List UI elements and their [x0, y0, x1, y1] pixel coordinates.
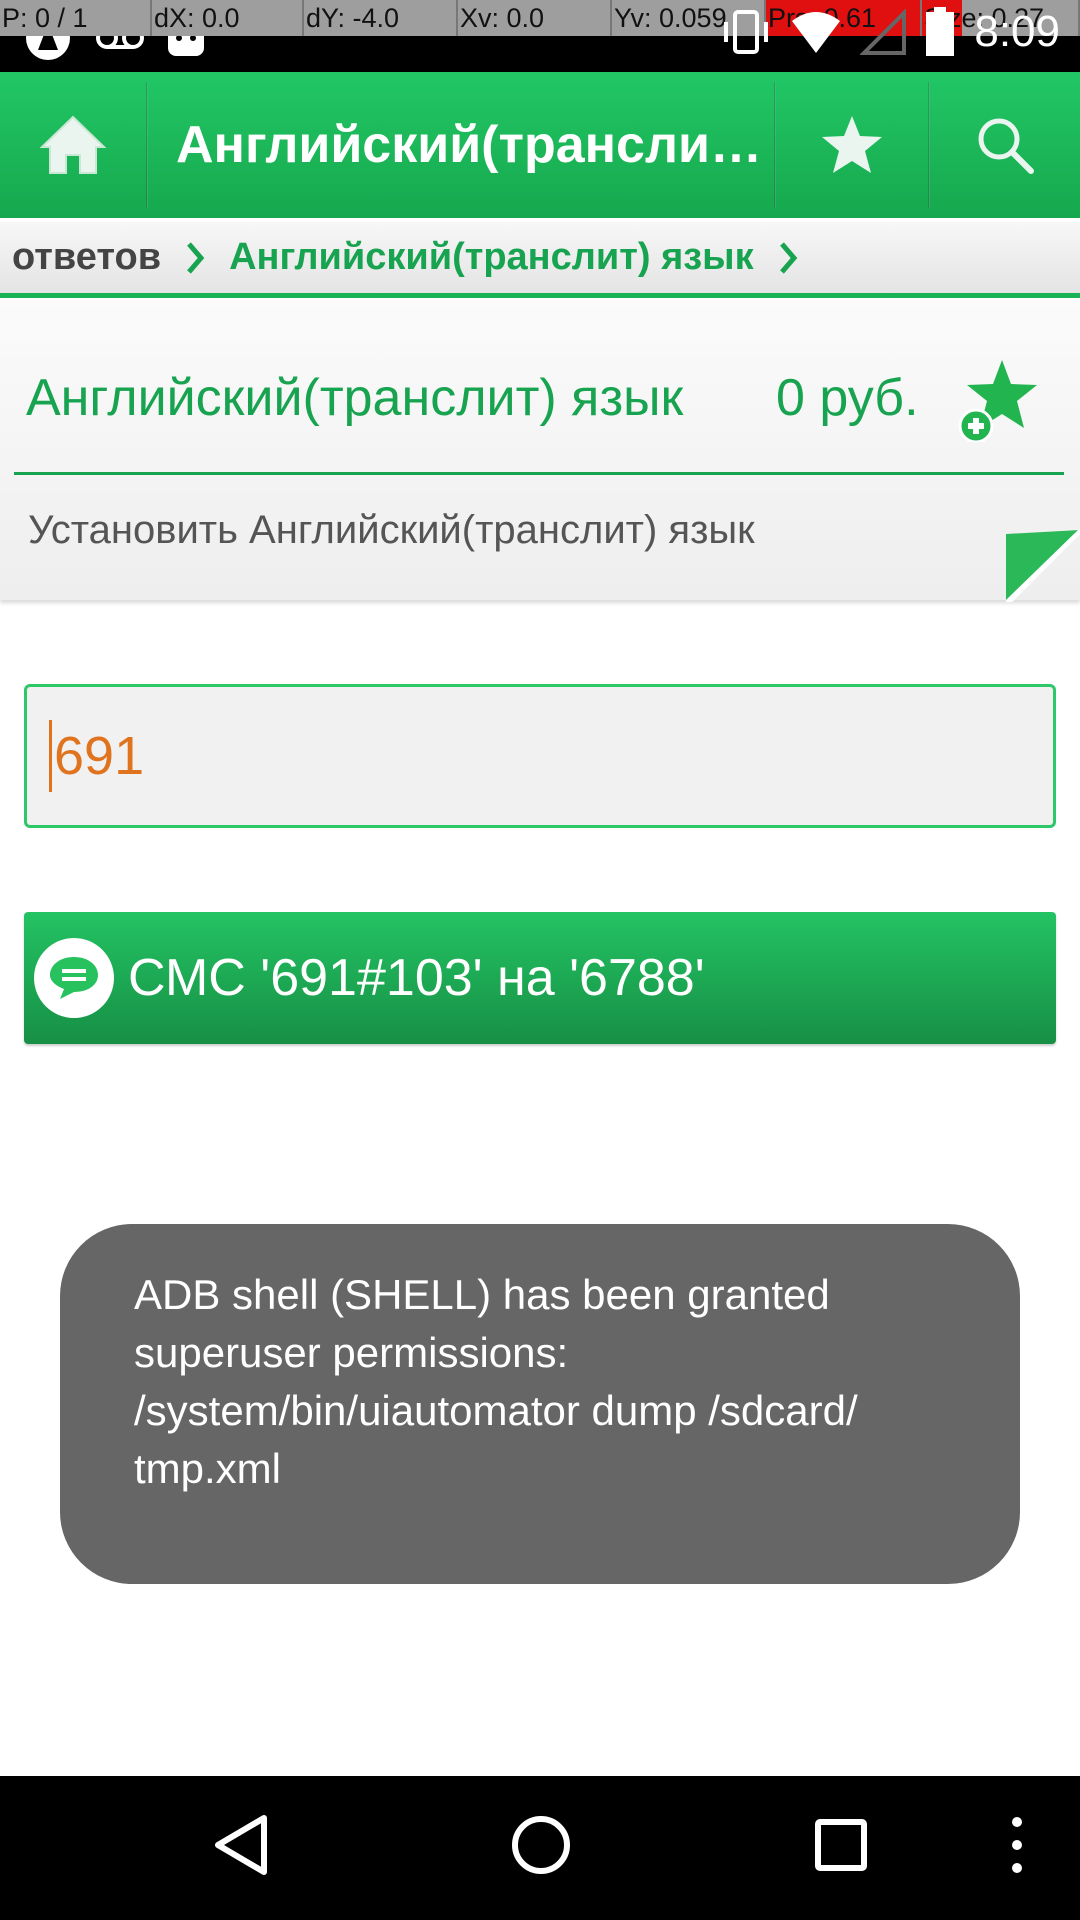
- overflow-menu-button[interactable]: [1002, 1812, 1032, 1883]
- send-sms-label: СМС '691#103' на '6788': [128, 949, 705, 1007]
- search-button[interactable]: [930, 72, 1080, 218]
- item-subtitle: Установить Английский(транслит) язык: [28, 508, 755, 552]
- debug-dy: dY: -4.0: [304, 0, 458, 36]
- add-favorite-button[interactable]: [952, 358, 1040, 447]
- battery-icon: [926, 7, 955, 56]
- toast-line: ADB shell (SHELL) has been granted: [134, 1271, 830, 1318]
- item-title: Английский(транслит) язык: [26, 369, 684, 427]
- favorite-button[interactable]: [776, 72, 928, 218]
- recents-icon: [815, 1819, 867, 1871]
- breadcrumb-item-answers[interactable]: ответов: [12, 236, 161, 279]
- code-input[interactable]: 691: [24, 684, 1056, 828]
- toast-line: /system/bin/uiautomator dump /sdcard/: [134, 1387, 858, 1434]
- clock: 8:09: [974, 7, 1060, 56]
- status-bar: P: 0 / 1 dX: 0.0 dY: -4.0 Xv: 0.0 Yv: 0.…: [0, 0, 1080, 72]
- back-button[interactable]: [210, 1812, 272, 1883]
- chat-bubble-icon: [34, 938, 114, 1018]
- page-curl-icon: [1006, 530, 1080, 607]
- item-price: 0 руб.: [776, 369, 919, 427]
- card-divider: [14, 472, 1064, 475]
- wifi-icon: [792, 12, 841, 53]
- star-icon: [822, 116, 882, 173]
- home-icon: [39, 115, 107, 174]
- chevron-right-icon: [778, 241, 798, 275]
- app-toolbar: Английский(транслит) язык: [0, 72, 1080, 218]
- recents-button[interactable]: [810, 1812, 872, 1883]
- chevron-right-icon: [185, 241, 205, 275]
- status-right-icons: 8:09: [720, 6, 1060, 58]
- overflow-menu-icon: [1012, 1817, 1022, 1873]
- send-sms-button[interactable]: СМС '691#103' на '6788': [24, 912, 1056, 1044]
- breadcrumb: ответов Английский(транслит) язык: [0, 222, 1080, 298]
- back-icon: [215, 1815, 267, 1875]
- cell-signal-icon: [860, 9, 907, 55]
- debug-xv: Xv: 0.0: [458, 0, 612, 36]
- home-nav-button[interactable]: [510, 1812, 572, 1883]
- debug-p: P: 0 / 1: [0, 0, 152, 36]
- code-input-value: 691: [54, 726, 145, 786]
- home-circle-icon: [512, 1816, 570, 1874]
- toast-line: superuser permissions:: [134, 1329, 569, 1376]
- superuser-toast: ADB shell (SHELL) has been granted super…: [60, 1224, 1020, 1584]
- text-caret: [49, 720, 52, 792]
- star-plus-icon: [958, 360, 1037, 444]
- home-button[interactable]: [0, 72, 146, 218]
- page-title: Английский(транслит) язык: [176, 116, 774, 174]
- search-icon: [978, 118, 1034, 174]
- breadcrumb-item-current[interactable]: Английский(транслит) язык: [229, 236, 754, 279]
- item-card: [0, 300, 1080, 600]
- vibrate-icon: [724, 10, 769, 54]
- debug-dx: dX: 0.0: [152, 0, 304, 36]
- toast-line: tmp.xml: [134, 1445, 281, 1492]
- system-nav-bar: [0, 1776, 1080, 1920]
